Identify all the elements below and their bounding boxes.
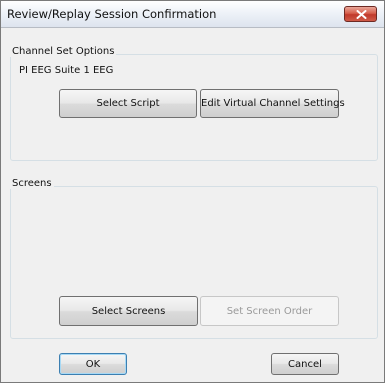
select-screens-button[interactable]: Select Screens bbox=[59, 296, 198, 326]
channel-set-name: PI EEG Suite 1 EEG bbox=[19, 65, 114, 76]
screens-group-label: Screens bbox=[10, 178, 54, 189]
select-script-button[interactable]: Select Script bbox=[59, 89, 197, 118]
dialog-title: Review/Replay Session Confirmation bbox=[7, 7, 217, 21]
dialog-window: Review/Replay Session Confirmation Chann… bbox=[0, 0, 385, 383]
set-screen-order-button[interactable]: Set Screen Order bbox=[200, 296, 339, 326]
channel-set-options-label: Channel Set Options bbox=[10, 46, 117, 57]
cancel-button[interactable]: Cancel bbox=[271, 353, 339, 375]
close-x-icon bbox=[356, 10, 367, 19]
edit-virtual-channel-settings-button[interactable]: Edit Virtual Channel Settings bbox=[200, 89, 345, 118]
title-bar[interactable]: Review/Replay Session Confirmation bbox=[1, 1, 384, 28]
ok-button[interactable]: OK bbox=[59, 353, 127, 375]
close-button[interactable] bbox=[344, 6, 377, 22]
